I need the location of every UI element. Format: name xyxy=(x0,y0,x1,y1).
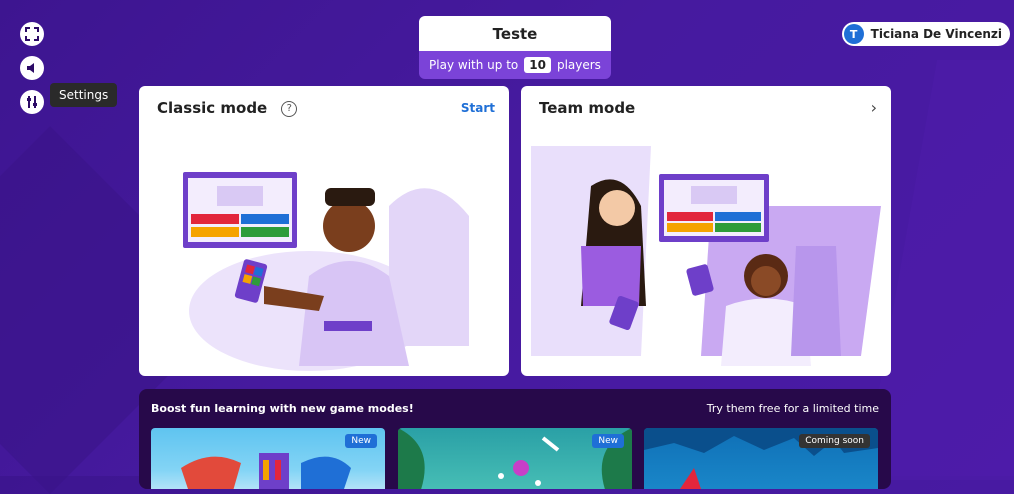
classic-mode-card[interactable]: Classic mode ? Start xyxy=(139,86,509,376)
game-mode-thumbnail[interactable]: New xyxy=(398,428,632,489)
team-mode-card[interactable]: Team mode › xyxy=(521,86,891,376)
start-button[interactable]: Start xyxy=(461,101,495,115)
card-title: Classic mode xyxy=(157,99,268,117)
game-title: Teste xyxy=(419,16,611,51)
user-name: Ticiana De Vincenzi xyxy=(870,27,1002,41)
players-count[interactable]: 10 xyxy=(524,57,551,73)
settings-tooltip: Settings xyxy=(50,83,118,107)
new-badge: New xyxy=(345,434,377,448)
boost-header: Boost fun learning with new game modes! … xyxy=(151,402,879,415)
classic-mode-illustration xyxy=(183,172,469,371)
boost-subtitle: Try them free for a limited time xyxy=(706,402,879,415)
game-title-box: Teste Play with up to 10 players xyxy=(419,16,611,79)
new-badge: New xyxy=(592,434,624,448)
user-profile[interactable]: T Ticiana De Vincenzi xyxy=(841,22,1010,46)
game-mode-thumbnail[interactable]: Coming soon xyxy=(644,428,878,489)
boost-title: Boost fun learning with new game modes! xyxy=(151,402,414,415)
team-mode-illustration xyxy=(531,146,881,366)
coming-soon-badge: Coming soon xyxy=(799,434,870,448)
avatar: T xyxy=(843,24,864,44)
settings-icon[interactable] xyxy=(20,90,44,114)
card-header: Classic mode ? Start xyxy=(157,98,495,117)
boost-panel: Boost fun learning with new game modes! … xyxy=(139,389,891,489)
players-limit[interactable]: Play with up to 10 players xyxy=(419,51,611,79)
left-controls xyxy=(20,22,44,114)
players-prefix: Play with up to xyxy=(429,58,519,72)
fullscreen-icon[interactable] xyxy=(20,22,44,46)
card-title: Team mode xyxy=(539,98,636,117)
game-mode-thumbnail[interactable]: New xyxy=(151,428,385,489)
sound-icon[interactable] xyxy=(20,56,44,80)
card-header: Team mode › xyxy=(539,98,877,117)
players-suffix: players xyxy=(556,58,601,72)
help-icon[interactable]: ? xyxy=(281,100,298,117)
chevron-right-icon[interactable]: › xyxy=(871,98,877,117)
